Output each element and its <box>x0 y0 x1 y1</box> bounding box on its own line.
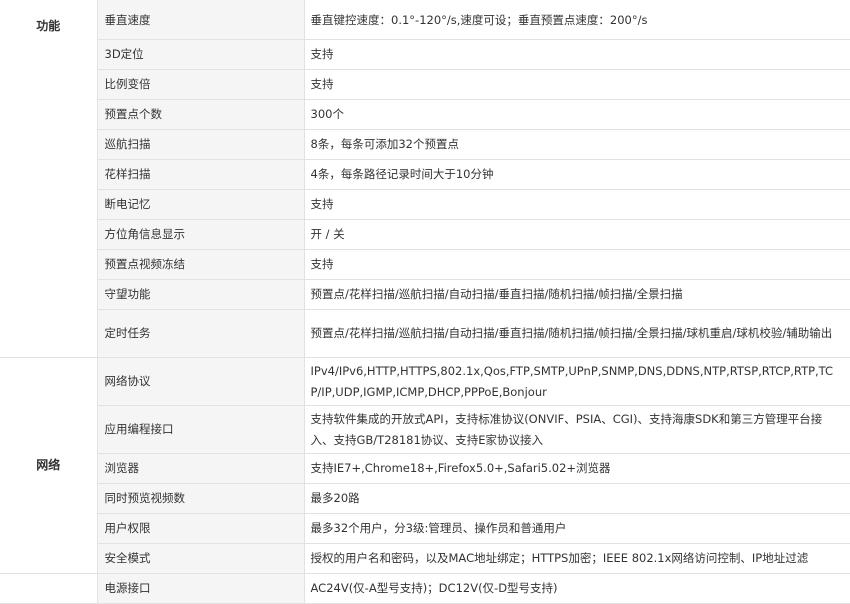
spec-value: 垂直键控速度：0.1°-120°/s,速度可设；垂直预置点速度：200°/s <box>303 0 850 40</box>
spec-value: 授权的用户名和密码，以及MAC地址绑定；HTTPS加密；IEEE 802.1x网… <box>303 543 850 574</box>
spec-value: 开 / 关 <box>303 219 850 250</box>
category-power <box>0 573 98 604</box>
spec-name: 电源接口 <box>96 573 305 604</box>
spec-value: 支持软件集成的开放式API，支持标准协议(ONVIF、PSIA、CGI)、支持海… <box>303 405 850 454</box>
spec-name: 同时预览视频数 <box>96 483 305 514</box>
spec-name: 定时任务 <box>96 309 305 358</box>
spec-value: IPv4/IPv6,HTTP,HTTPS,802.1x,Qos,FTP,SMTP… <box>303 357 850 406</box>
spec-name: 断电记忆 <box>96 189 305 220</box>
spec-name: 网络协议 <box>96 357 305 406</box>
spec-name: 应用编程接口 <box>96 405 305 454</box>
spec-value: 预置点/花样扫描/巡航扫描/自动扫描/垂直扫描/随机扫描/帧扫描/全景扫描/球机… <box>303 309 850 358</box>
spec-name: 3D定位 <box>96 39 305 70</box>
spec-value: 支持 <box>303 189 850 220</box>
category-label: 网络 <box>36 458 61 472</box>
spec-value: 最多20路 <box>303 483 850 514</box>
spec-table: 功能 垂直速度 垂直键控速度：0.1°-120°/s,速度可设；垂直预置点速度：… <box>0 0 850 604</box>
spec-name: 垂直速度 <box>96 0 305 40</box>
spec-name: 花样扫描 <box>96 159 305 190</box>
category-network: 网络 <box>0 357 98 574</box>
spec-value: 300个 <box>303 99 850 130</box>
category-label: 功能 <box>36 19 61 33</box>
spec-name: 预置点视频冻结 <box>96 249 305 280</box>
spec-value: 支持IE7+,Chrome18+,Firefox5.0+,Safari5.02+… <box>303 453 850 484</box>
spec-value: 最多32个用户，分3级:管理员、操作员和普通用户 <box>303 513 850 544</box>
spec-value: 支持 <box>303 39 850 70</box>
spec-name: 巡航扫描 <box>96 129 305 160</box>
spec-name: 守望功能 <box>96 279 305 310</box>
spec-name: 用户权限 <box>96 513 305 544</box>
category-function: 功能 <box>0 0 98 358</box>
spec-name: 方位角信息显示 <box>96 219 305 250</box>
spec-value: 支持 <box>303 69 850 100</box>
spec-value: 预置点/花样扫描/巡航扫描/自动扫描/垂直扫描/随机扫描/帧扫描/全景扫描 <box>303 279 850 310</box>
spec-name: 比例变倍 <box>96 69 305 100</box>
spec-name: 浏览器 <box>96 453 305 484</box>
spec-value: 8条，每条可添加32个预置点 <box>303 129 850 160</box>
spec-value: 4条，每条路径记录时间大于10分钟 <box>303 159 850 190</box>
spec-value: AC24V(仅-A型号支持)；DC12V(仅-D型号支持) <box>303 573 850 604</box>
spec-name: 预置点个数 <box>96 99 305 130</box>
spec-value: 支持 <box>303 249 850 280</box>
spec-name: 安全模式 <box>96 543 305 574</box>
